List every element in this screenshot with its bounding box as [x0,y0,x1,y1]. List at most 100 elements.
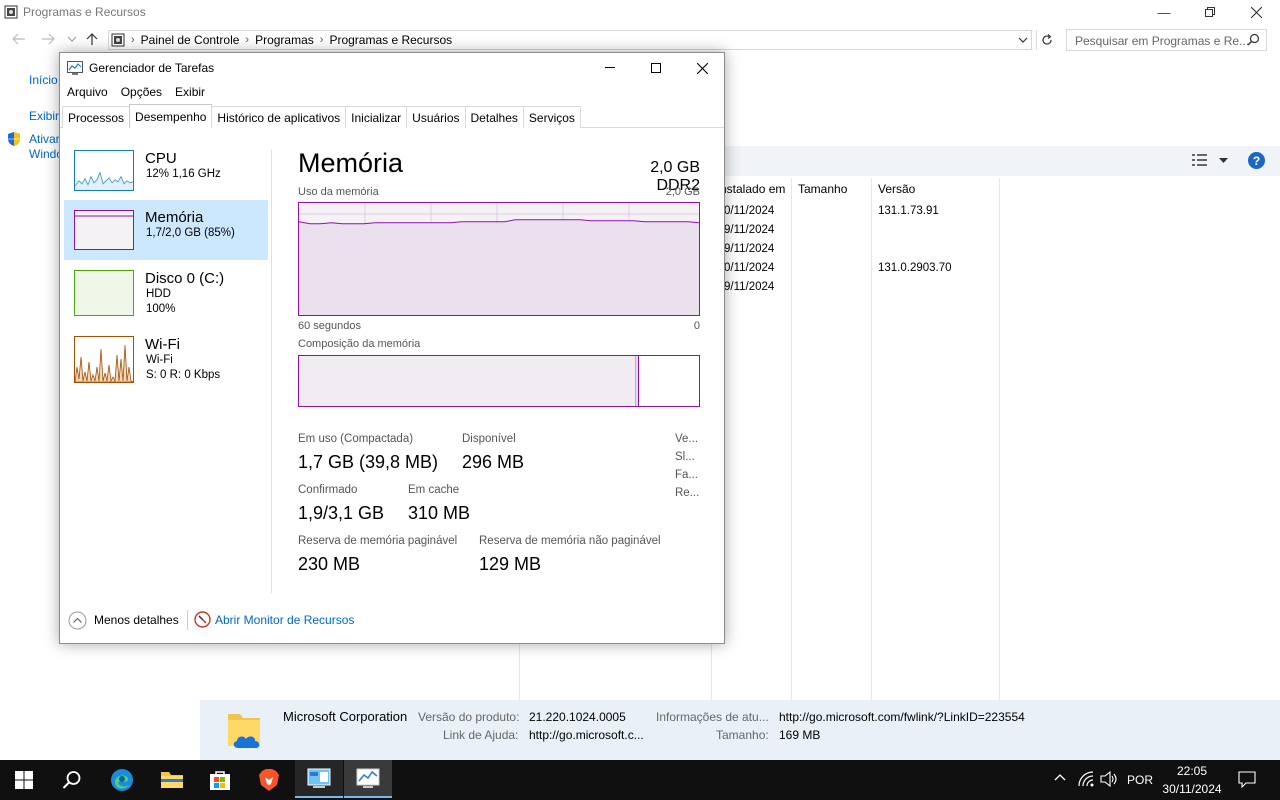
stat-truncated-fator: Fa... [675,469,699,481]
search-input[interactable]: Pesquisar em Programas e Re... [1066,29,1267,51]
task-manager-window: Gerenciador de Tarefas Arquivo Opções Ex… [59,52,725,644]
stat-label-em-cache: Em cache [408,484,460,496]
tab-desempenho[interactable]: Desempenho [129,104,213,128]
details-update-info[interactable]: http://go.microsoft.com/fwlink/?LinkID=2… [779,710,1025,724]
left-link-ativar[interactable]: Ativar [29,132,60,146]
menu-opcoes[interactable]: Opções [114,84,168,104]
view-options-icon[interactable] [1192,154,1210,166]
taskbar-store[interactable] [196,760,244,800]
up-arrow-icon[interactable] [86,32,98,46]
task-manager-titlebar[interactable]: Gerenciador de Tarefas [60,53,724,83]
history-chevron-icon[interactable] [68,36,76,42]
details-pane: Microsoft Corporation Versão do produto:… [200,700,1280,760]
details-publisher: Microsoft Corporation [283,709,408,724]
taskbar-search-button[interactable] [48,760,96,800]
menu-exibir[interactable]: Exibir [168,84,211,104]
details-update-info-label: Informações de atu... [656,710,769,724]
stat-value-confirmado: 1,9/3,1 GB [298,503,385,523]
sidebar-item-disco[interactable]: Disco 0 (C:) HDD 100% [64,264,268,324]
tab-servicos[interactable]: Serviços [522,106,581,128]
back-arrow-icon[interactable] [12,33,26,45]
task-manager-icon [67,60,83,76]
column-installed-on[interactable]: nstalado em [720,182,785,196]
resource-monitor-icon[interactable] [194,611,211,628]
tm-maximize-button[interactable] [638,55,674,81]
tab-processos[interactable]: Processos [62,106,131,128]
left-link-exibir[interactable]: Exibir [29,109,59,123]
taskbar-explorer[interactable] [148,760,196,800]
svg-text:?: ? [1253,154,1260,168]
breadcrumb-painel[interactable]: Painel de Controle [141,33,240,47]
tray-chevron-up-icon[interactable] [1054,773,1066,781]
tab-usuarios[interactable]: Usuários [406,106,466,128]
tab-detalhes[interactable]: Detalhes [464,106,524,128]
clock-time[interactable]: 22:05 [1162,764,1222,778]
control-panel-icon [4,5,18,19]
sidebar-item-wifi[interactable]: Wi-Fi Wi-Fi S: 0 R: 0 Kbps [64,330,268,390]
close-icon [696,62,708,74]
clock-date[interactable]: 30/11/2024 [1158,782,1226,796]
taskbar-edge[interactable] [98,760,146,800]
address-dropdown-icon[interactable] [1018,37,1028,44]
stat-value-nao-paginavel: 129 MB [479,554,542,574]
column-version[interactable]: Versão [878,182,915,196]
column-divider [519,640,520,700]
taskbar-brave[interactable] [245,760,293,800]
sidebar-cpu-name: CPU [145,150,177,167]
cell-installed: 0/11/2024 [724,262,775,274]
notifications-icon[interactable] [1238,771,1256,788]
stat-value-paginavel: 230 MB [298,554,361,574]
start-button[interactable] [0,760,48,800]
stat-truncated-velocidade: Ve... [675,433,699,445]
sidebar-item-cpu[interactable]: CPU 12% 1,16 GHz [64,144,268,198]
tab-inicializar[interactable]: Inicializar [345,106,408,128]
maximize-icon [651,63,661,73]
breadcrumb-programas[interactable]: Programas [255,33,314,47]
sidebar-item-memoria[interactable]: Memória 1,7/2,0 GB (85%) [64,200,268,260]
breadcrumb-programas-recursos[interactable]: Programas e Recursos [329,33,452,47]
left-link-windows[interactable]: Windo [29,147,63,161]
search-icon[interactable] [1247,33,1260,46]
stat-value-disponivel: 296 MB [462,452,525,472]
sidebar-wifi-name: Wi-Fi [145,336,180,353]
time-left-label: 60 segundos [298,320,361,332]
stat-truncated-slots: Sl... [675,451,695,463]
language-indicator[interactable]: POR [1127,773,1153,787]
brave-icon [259,769,279,791]
control-panel-icon [111,33,125,47]
refresh-icon[interactable] [1036,30,1056,50]
column-size[interactable]: Tamanho [798,182,847,196]
sidebar-disco-type: HDD [146,288,171,300]
stat-value-em-cache: 310 MB [408,503,471,523]
explorer-minimize-button[interactable]: — [1141,0,1187,24]
menu-arquivo[interactable]: Arquivo [60,84,114,104]
explorer-restore-button[interactable] [1187,0,1233,24]
sidebar-cpu-value: 12% 1,16 GHz [146,168,221,180]
onedrive-folder-icon [224,708,268,752]
disk-thumbnail [74,270,134,316]
explorer-close-button[interactable] [1233,0,1279,24]
help-icon[interactable]: ? [1248,152,1265,169]
resource-monitor-link[interactable]: Abrir Monitor de Recursos [215,613,354,627]
view-dropdown-icon[interactable] [1219,158,1228,163]
details-help-link[interactable]: http://go.microsoft.c... [529,728,644,742]
usage-max: 2,0 GB [665,186,700,198]
network-icon[interactable] [1078,771,1094,787]
address-bar[interactable]: › Painel de Controle › Programas › Progr… [108,30,1032,50]
taskbar-task-manager[interactable] [344,760,392,798]
tm-close-button[interactable] [684,55,720,81]
tab-historico[interactable]: Histórico de aplicativos [211,106,347,128]
tm-tabs: Processos Desempenho Histórico de aplica… [62,104,581,128]
tm-minimize-button[interactable] [592,55,628,81]
forward-arrow-icon[interactable] [41,33,55,45]
memory-composition-bar [298,355,700,407]
chevron-up-icon[interactable] [68,611,87,630]
volume-icon[interactable] [1100,771,1118,787]
sidebar-wifi-value: S: 0 R: 0 Kbps [146,369,221,381]
left-link-inicio[interactable]: Início [29,73,58,87]
less-details-link[interactable]: Menos detalhes [94,613,179,627]
taskbar-control-panel[interactable] [295,760,343,798]
column-divider [711,640,712,700]
cell-version: 131.0.2903.70 [878,262,952,274]
details-product-version-label: Versão do produto: [418,710,520,724]
